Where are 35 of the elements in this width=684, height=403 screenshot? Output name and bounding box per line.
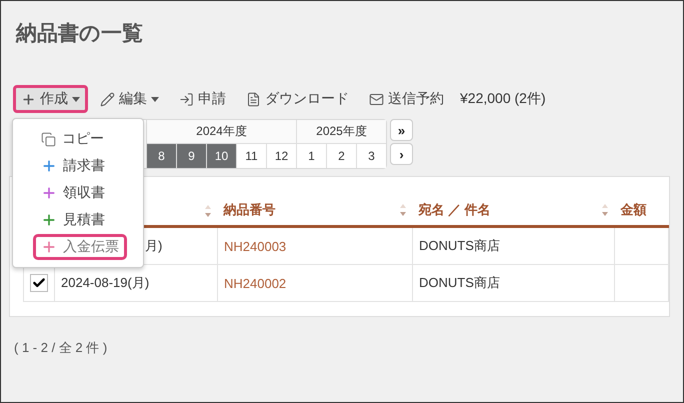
- fiscal-year-label: 2025年度: [296, 120, 386, 144]
- recipient-text: DONUTS商店: [419, 275, 500, 290]
- invoice-number-link[interactable]: NH240003: [224, 238, 286, 254]
- arrow-into-bracket-icon: [179, 92, 194, 106]
- next-year-button[interactable]: »: [390, 119, 413, 141]
- sort-icon[interactable]: [600, 202, 608, 217]
- toolbar-button[interactable]: 申請: [171, 85, 234, 113]
- month-button[interactable]: 10: [206, 144, 236, 168]
- sort-icon[interactable]: [398, 202, 406, 217]
- toolbar-button[interactable]: ダウンロード: [238, 85, 357, 113]
- month-button[interactable]: 8: [146, 144, 176, 168]
- mail-icon: [369, 92, 384, 106]
- pagination-info: ( 1 - 2 / 全 2 件 ): [14, 339, 108, 357]
- document-icon: [246, 92, 261, 106]
- column-header[interactable]: 宛名 ／ 件名: [418, 202, 491, 217]
- row-checkbox[interactable]: [30, 274, 48, 292]
- month-button[interactable]: 9: [176, 144, 206, 168]
- page-title: 納品書の一覧: [14, 21, 144, 47]
- plus-icon: [21, 92, 36, 106]
- column-header[interactable]: 納品番号: [224, 202, 276, 217]
- recipient-text: DONUTS商店: [419, 238, 500, 253]
- sort-icon[interactable]: [204, 204, 212, 218]
- fiscal-year-label: 2024年度: [146, 120, 296, 144]
- next-month-button[interactable]: ›: [390, 143, 413, 165]
- column-header[interactable]: 金額: [620, 202, 646, 217]
- date-text: 月): [145, 238, 162, 253]
- total-amount: ¥22,000 (2件): [460, 90, 546, 108]
- invoice-number-link[interactable]: NH240002: [224, 276, 286, 290]
- toolbar-button[interactable]: 送信予約: [361, 85, 452, 113]
- toolbar-button[interactable]: 編集: [92, 85, 167, 113]
- month-button[interactable]: 3: [356, 144, 386, 168]
- date-text: 2024-08-19(月): [61, 275, 150, 290]
- toolbar-button[interactable]: 作成: [13, 85, 88, 113]
- pencil-icon: [100, 92, 115, 106]
- menu-item[interactable]: 入金伝票: [33, 234, 127, 260]
